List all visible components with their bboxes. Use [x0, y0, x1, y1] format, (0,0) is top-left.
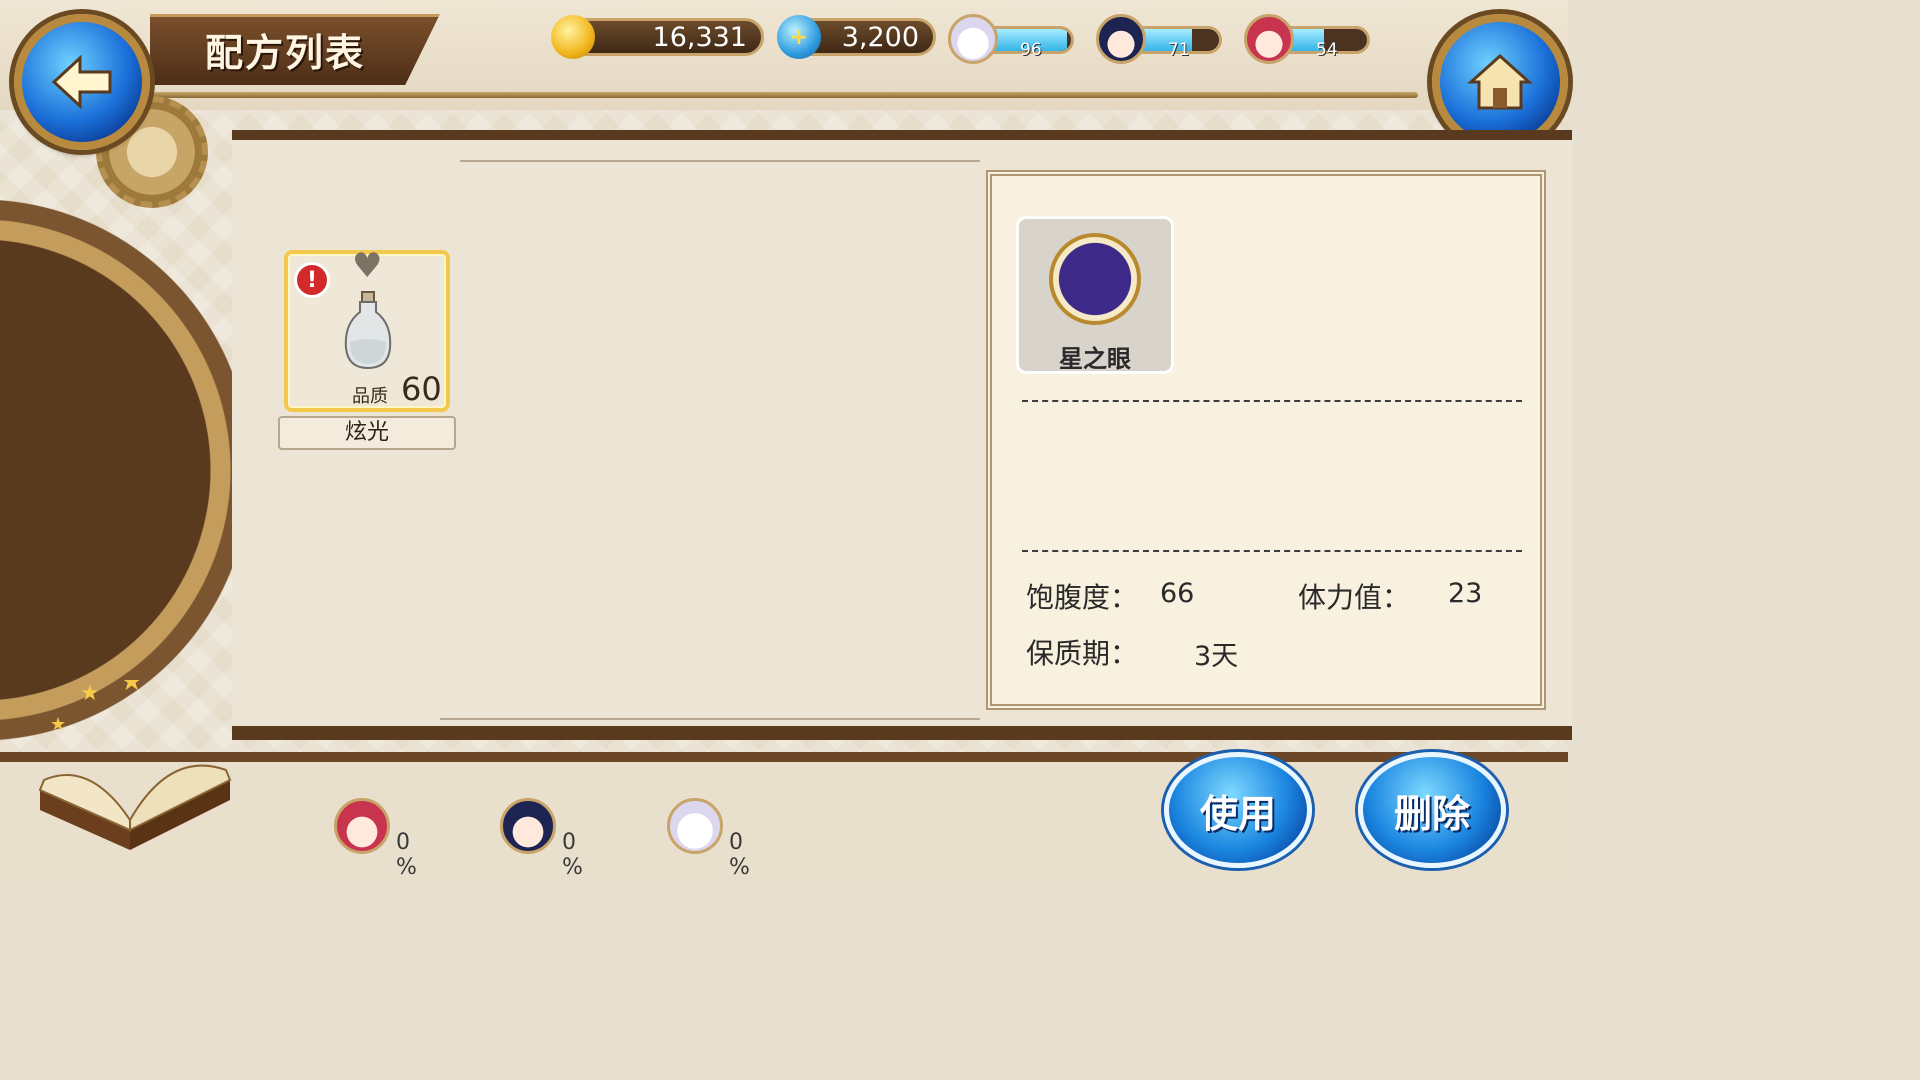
white-hair-girl-avatar: [948, 14, 998, 64]
shelf-life-label: 保质期：: [1026, 637, 1139, 670]
svg-text:★: ★: [120, 680, 143, 697]
open-book-icon: ★ ★ ★: [38, 680, 232, 850]
use-button[interactable]: 使用: [1164, 752, 1312, 868]
star-plum-icon: [1049, 233, 1141, 325]
share-percent: 0 %: [729, 830, 750, 880]
svg-text:★: ★: [50, 714, 66, 735]
gem-plus-icon: +: [777, 15, 821, 59]
share-percent: 0 %: [562, 830, 583, 880]
gem-amount: 3,200: [841, 21, 919, 53]
red-hair-girl-avatar: [334, 798, 390, 854]
top-ornament-divider: [460, 160, 980, 162]
back-arrow-icon: [51, 54, 112, 110]
character-gauge-navy: 71: [1096, 14, 1228, 64]
gold-amount: 16,331: [652, 21, 747, 53]
top-bar-rail: [150, 92, 1418, 98]
navy-hair-girl-avatar: [500, 798, 556, 854]
satiety-value: 66: [1160, 578, 1195, 609]
white-hair-girl-avatar: [667, 798, 723, 854]
stamina-label: 体力值：: [1298, 581, 1411, 614]
potion-bottle-icon: [344, 291, 392, 370]
gauge-value: 96: [1020, 40, 1042, 60]
stamina-value: 23: [1448, 578, 1483, 609]
ingredient-slot[interactable]: 星之眼: [1016, 216, 1174, 374]
gold-coin-icon: [551, 15, 595, 59]
gem-counter[interactable]: + 3,200: [777, 15, 936, 59]
quality-value: 60: [401, 370, 442, 408]
ingredient-name: 星之眼: [1059, 345, 1131, 373]
navy-hair-girl-avatar: [1096, 14, 1146, 64]
share-percent: 0 %: [396, 830, 417, 880]
divider: [1022, 400, 1522, 402]
page-title: 配方列表: [205, 30, 366, 75]
bottom-ornament-divider: [440, 718, 980, 720]
gauge-value: 71: [1168, 40, 1190, 60]
left-gear-frame: [0, 110, 250, 750]
delete-button[interactable]: 删除: [1358, 752, 1506, 868]
gold-counter: 16,331: [551, 15, 764, 59]
red-hair-girl-avatar: [1244, 14, 1294, 64]
quality-label: 品质: [352, 386, 388, 407]
heart-icon: ♥: [352, 246, 383, 286]
recipe-name: 炫光: [278, 416, 456, 450]
alert-icon: !: [294, 262, 330, 298]
recipe-card[interactable]: ! ♥ 品质 60: [284, 246, 450, 412]
svg-text:★: ★: [80, 681, 100, 706]
character-gauge-red: 54: [1244, 14, 1376, 64]
home-icon: [1467, 53, 1533, 110]
ingredient-detail-panel: 星之眼 饱腹度： 66 体力值： 23 保质期： 3天: [986, 170, 1546, 710]
divider: [1022, 550, 1522, 552]
satiety-label: 饱腹度：: [1026, 581, 1139, 614]
shelf-life-value: 3天: [1194, 641, 1239, 672]
gauge-value: 54: [1316, 40, 1338, 60]
character-gauge-white: 96: [948, 14, 1080, 64]
